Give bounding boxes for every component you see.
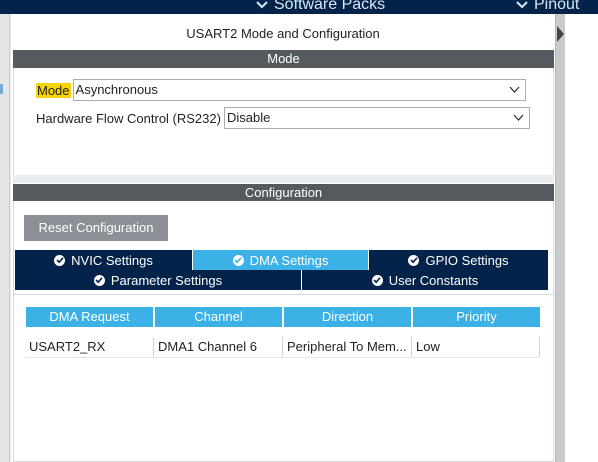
left-strip-marker bbox=[0, 84, 3, 94]
flow-control-select-value: Disable bbox=[226, 110, 271, 125]
mode-select-value: Asynchronous bbox=[75, 82, 158, 97]
table-cell-dma-request[interactable]: USART2_RX bbox=[25, 337, 154, 357]
check-circle-icon bbox=[93, 274, 105, 286]
collapse-arrow-icon[interactable] bbox=[557, 26, 564, 42]
column-header-dma-request[interactable]: DMA Request bbox=[26, 307, 153, 327]
check-circle-icon bbox=[408, 254, 420, 266]
panel-title: USART2 Mode and Configuration bbox=[186, 26, 380, 41]
column-header-channel[interactable]: Channel bbox=[155, 307, 282, 327]
tab-label: DMA Settings bbox=[249, 252, 329, 268]
tab-user-constants[interactable]: User Constants bbox=[302, 270, 549, 290]
reset-configuration-button[interactable]: Reset Configuration bbox=[24, 215, 168, 241]
software-packs-menu[interactable]: Software Packs bbox=[256, 0, 385, 14]
tab-parameter-settings[interactable]: Parameter Settings bbox=[15, 270, 302, 290]
configuration-section-header: Configuration bbox=[13, 184, 554, 202]
chevron-down-icon bbox=[516, 1, 528, 9]
check-circle-icon bbox=[232, 254, 244, 266]
right-side-area bbox=[555, 14, 598, 462]
mode-row: Mode Asynchronous bbox=[36, 79, 526, 101]
mode-select[interactable]: Asynchronous bbox=[72, 79, 526, 101]
panel-resize-handle[interactable] bbox=[555, 14, 565, 462]
tab-gpio-settings[interactable]: GPIO Settings bbox=[369, 250, 549, 270]
section-divider bbox=[13, 175, 554, 183]
tab-label: Parameter Settings bbox=[110, 272, 223, 288]
tab-label: User Constants bbox=[388, 272, 479, 288]
tab-label: NVIC Settings bbox=[71, 252, 153, 268]
tab-label: GPIO Settings bbox=[425, 252, 509, 268]
top-menu-bar: Software Packs Pinout bbox=[0, 0, 598, 14]
table-cell-channel[interactable]: DMA1 Channel 6 bbox=[154, 337, 283, 357]
pinout-menu[interactable]: Pinout bbox=[516, 0, 579, 14]
mode-section-header: Mode bbox=[13, 50, 554, 68]
pinout-label: Pinout bbox=[534, 0, 580, 13]
table-cell-priority[interactable]: Low bbox=[412, 337, 540, 357]
chevron-down-icon bbox=[509, 86, 520, 93]
column-header-direction[interactable]: Direction bbox=[284, 307, 411, 327]
chevron-down-icon bbox=[256, 1, 268, 9]
usart2-config-panel: USART2 Mode and Configuration Mode Mode … bbox=[11, 14, 555, 462]
tab-nvic-settings[interactable]: NVIC Settings bbox=[15, 250, 193, 270]
left-side-strip bbox=[0, 14, 10, 462]
check-circle-icon bbox=[54, 254, 66, 266]
mode-label: Mode bbox=[36, 82, 71, 98]
chevron-down-icon bbox=[513, 114, 524, 121]
column-header-priority[interactable]: Priority bbox=[413, 307, 540, 327]
flow-control-label: Hardware Flow Control (RS232) bbox=[36, 110, 221, 126]
table-row-divider bbox=[25, 357, 540, 358]
flow-control-select[interactable]: Disable bbox=[223, 107, 530, 129]
tab-dma-settings[interactable]: DMA Settings bbox=[193, 250, 369, 270]
table-cell-direction[interactable]: Peripheral To Mem... bbox=[283, 337, 412, 357]
software-packs-label: Software Packs bbox=[274, 0, 386, 13]
check-circle-icon bbox=[371, 274, 383, 286]
flow-control-row: Hardware Flow Control (RS232) Disable bbox=[36, 107, 530, 129]
